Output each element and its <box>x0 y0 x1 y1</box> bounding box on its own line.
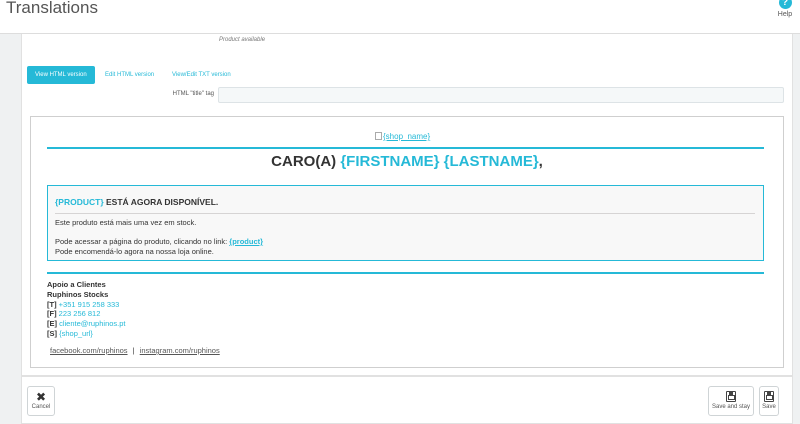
greeting-suffix: , <box>538 153 543 170</box>
availability-box: {PRODUCT} ESTÁ AGORA DISPONÍVEL. Este pr… <box>47 185 764 261</box>
help-icon: ? <box>778 0 792 9</box>
form-footer: ✖ Cancel Save and stay Save <box>21 376 793 424</box>
signature-title: Apoio a Clientes <box>47 280 106 289</box>
divider-bottom <box>47 272 764 274</box>
social-separator: | <box>132 346 135 355</box>
instagram-link[interactable]: instagram.com/ruphinos <box>140 346 220 355</box>
greeting-prefix: CARO(A) <box>271 153 341 170</box>
lastname-placeholder: {LASTNAME} <box>443 153 539 170</box>
signature-block: Apoio a Clientes Ruphinos Stocks [T] +35… <box>47 280 126 339</box>
tab-edit-txt[interactable]: View/Edit TXT version <box>164 66 239 84</box>
box-divider <box>55 213 755 214</box>
product-link-line: Pode acessar a página do produto, clican… <box>55 237 263 246</box>
save-and-stay-label: Save and stay <box>711 404 751 410</box>
shop-logo-image: {shop_name} <box>375 132 430 141</box>
tab-view-html[interactable]: View HTML version <box>27 66 95 84</box>
save-icon <box>760 390 778 404</box>
top-bar: Translations ? Help <box>0 0 800 34</box>
social-links: facebook.com/ruphinos | instagram.com/ru… <box>50 346 220 355</box>
close-icon: ✖ <box>35 390 47 404</box>
fax-value: 223 256 812 <box>58 309 101 319</box>
greeting-heading: CARO(A) {FIRSTNAME} {LASTNAME}, <box>31 153 783 170</box>
translation-form-panel: Product available View HTML version Edit… <box>21 34 793 376</box>
template-hint: Product available <box>219 37 266 43</box>
help-label: Help <box>777 11 793 18</box>
phone-link[interactable]: +351 915 258 333 <box>59 300 120 309</box>
cancel-button[interactable]: ✖ Cancel <box>27 386 55 416</box>
stock-message: Este produto está mais uma vez em stock. <box>55 218 197 227</box>
signature-site: [S] {shop_url} <box>47 328 93 338</box>
title-tag-label: HTML "title" tag <box>172 91 214 97</box>
signature-company: Ruphinos Stocks <box>47 289 109 299</box>
availability-heading: {PRODUCT} ESTÁ AGORA DISPONÍVEL. <box>55 197 218 207</box>
tab-edit-html[interactable]: Edit HTML version <box>97 66 162 84</box>
broken-image-icon <box>375 132 382 140</box>
save-and-stay-button[interactable]: Save and stay <box>708 386 754 416</box>
shop-name-placeholder: {shop_name} <box>383 132 431 141</box>
divider-top <box>47 147 764 149</box>
signature-email: [E] cliente@ruphinos.pt <box>47 319 126 329</box>
product-link[interactable]: {product} <box>229 237 263 246</box>
save-label: Save <box>762 404 776 410</box>
help-button[interactable]: ? Help <box>772 0 798 18</box>
cancel-label: Cancel <box>31 404 51 410</box>
title-tag-input[interactable] <box>218 87 784 103</box>
signature-fax: [F] 223 256 812 <box>47 309 101 319</box>
site-link[interactable]: {shop_url} <box>59 329 93 338</box>
save-button[interactable]: Save <box>759 386 779 416</box>
save-and-stay-icon <box>709 390 753 404</box>
email-link[interactable]: cliente@ruphinos.pt <box>59 319 125 328</box>
firstname-placeholder: {FIRSTNAME} <box>340 153 440 170</box>
availability-heading-text: ESTÁ AGORA DISPONÍVEL. <box>103 197 219 207</box>
order-message: Pode encomendá-lo agora na nossa loja on… <box>55 247 214 256</box>
page-title: Translations <box>6 0 98 17</box>
signature-phone: [T] +351 915 258 333 <box>47 299 120 309</box>
email-preview: {shop_name} CARO(A) {FIRSTNAME} {LASTNAM… <box>30 116 784 368</box>
product-link-text: Pode acessar a página do produto, clican… <box>55 237 230 246</box>
product-placeholder: {PRODUCT} <box>55 197 104 207</box>
facebook-link[interactable]: facebook.com/ruphinos <box>50 346 128 355</box>
